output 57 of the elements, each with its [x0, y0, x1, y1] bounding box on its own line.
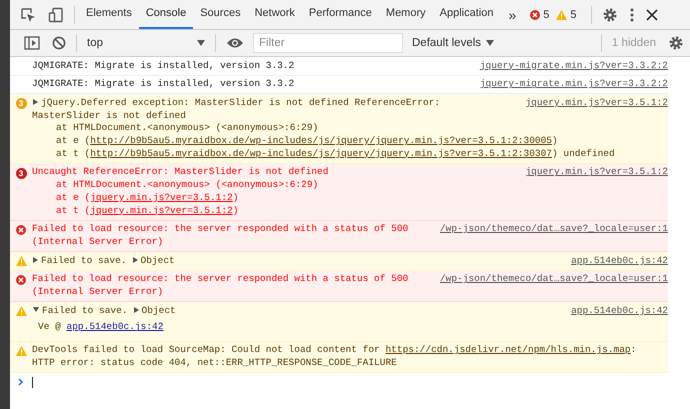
message-link[interactable]: http://b9b5au5.myraidbox.de/wp-includes/js/jquery/jquery.min.js?ver=3.5.1:2:30307	[90, 148, 552, 159]
message-text: HTTP error: status code 404, net::ERR_HTTP_RESPONSE_CODE_FAILURE	[32, 356, 397, 368]
message-link[interactable]: http://b9b5au5.myraidbox.de/wp-includes/js/jquery/jquery.min.js?ver=3.5.1:2:30005	[90, 135, 552, 146]
message-text: at e (	[56, 135, 90, 146]
message-text: Failed to load resource: the server responded with a status of 500	[32, 273, 408, 284]
source-link[interactable]: /wp-json/themeco/dat…save?_locale=user:1	[440, 223, 668, 236]
panel-tab[interactable]: Performance	[302, 0, 379, 29]
panel-tab[interactable]: Memory	[378, 0, 433, 29]
context-select[interactable]: top	[81, 37, 211, 49]
repeat-count-badge: 3	[16, 168, 26, 179]
message-text: (Internal Server Error)	[32, 286, 164, 298]
context-label: top	[87, 37, 103, 49]
message-text: )	[232, 192, 238, 203]
more-tabs-button[interactable]: »	[500, 6, 524, 22]
message-text: )	[552, 135, 558, 146]
log-levels-dropdown[interactable]: Default levels	[403, 37, 504, 49]
log-levels-label: Default levels	[412, 37, 482, 49]
message-text: )	[232, 204, 238, 216]
message-text: at HTMLDocument.<anonymous> (<anonymous>:6:29)	[56, 122, 318, 134]
stack-link[interactable]: app.514eb0c.js:42	[66, 321, 164, 332]
message-text: MasterSlider is not defined	[32, 110, 186, 121]
message-text: Failed to save.	[42, 304, 128, 316]
message-text: Ve @	[38, 321, 62, 332]
panel-tab[interactable]: Elements	[79, 0, 139, 29]
message-text: :	[630, 344, 636, 356]
message-text: (Internal Server Error)	[32, 236, 164, 247]
message-text: at HTMLDocument.<anonymous> (<anonymous>:6:29)	[56, 179, 318, 190]
object-label[interactable]: Object	[140, 254, 175, 266]
message-text: JQMIGRATE: Migrate is installed, version 3.3.2	[32, 60, 294, 70]
message-text: ) undefined	[552, 148, 615, 159]
issue-counter[interactable]: 5 5	[524, 8, 587, 20]
panel-tab[interactable]: Network	[248, 0, 302, 29]
message-text: at t (	[56, 148, 90, 159]
message-text: jQuery.Deferred exception: MasterSlider is not defined ReferenceError:	[41, 96, 440, 108]
message-text: at t (	[56, 204, 90, 216]
source-link[interactable]: jquery-migrate.min.js?ver=3.3.2:2	[480, 78, 668, 91]
panel-tab[interactable]: Sources	[193, 0, 248, 29]
filter-field[interactable]: Filter	[253, 33, 403, 53]
repeat-count-badge: 3	[16, 98, 26, 110]
message-text: DevTools failed to load SourceMap: Could not load content for	[32, 344, 381, 356]
message-link[interactable]: https://cdn.jsdelivr.net/npm/hls.min.js.map	[385, 344, 631, 356]
message-link[interactable]: jquery.min.js?ver=3.5.1:2	[90, 204, 233, 216]
source-link[interactable]: jquery.min.js?ver=3.5.1:2	[525, 96, 668, 110]
object-label[interactable]: Object	[142, 304, 176, 316]
message-text: Uncaught ReferenceError: MasterSlider is not defined	[32, 166, 328, 178]
panel-tab[interactable]: Application	[432, 0, 500, 29]
source-link[interactable]: jquery.min.js?ver=3.5.1:2	[525, 166, 668, 180]
message-link[interactable]: jquery.min.js?ver=3.5.1:2	[90, 192, 233, 203]
source-link[interactable]: /wp-json/themeco/dat…save?_locale=user:1	[440, 273, 668, 286]
source-link[interactable]: app.514eb0c.js:42	[571, 304, 668, 318]
message-text: Failed to save.	[41, 254, 127, 266]
message-text: JQMIGRATE: Migrate is installed, version 3.3.2	[32, 78, 294, 90]
source-link[interactable]: jquery-migrate.min.js?ver=3.3.2:2	[480, 60, 668, 72]
message-text: Failed to load resource: the server responded with a status of 500	[32, 223, 408, 234]
hidden-count: 1 hidden	[610, 37, 657, 49]
source-link[interactable]: app.514eb0c.js:42	[571, 254, 668, 268]
message-text: at e (	[56, 192, 90, 203]
